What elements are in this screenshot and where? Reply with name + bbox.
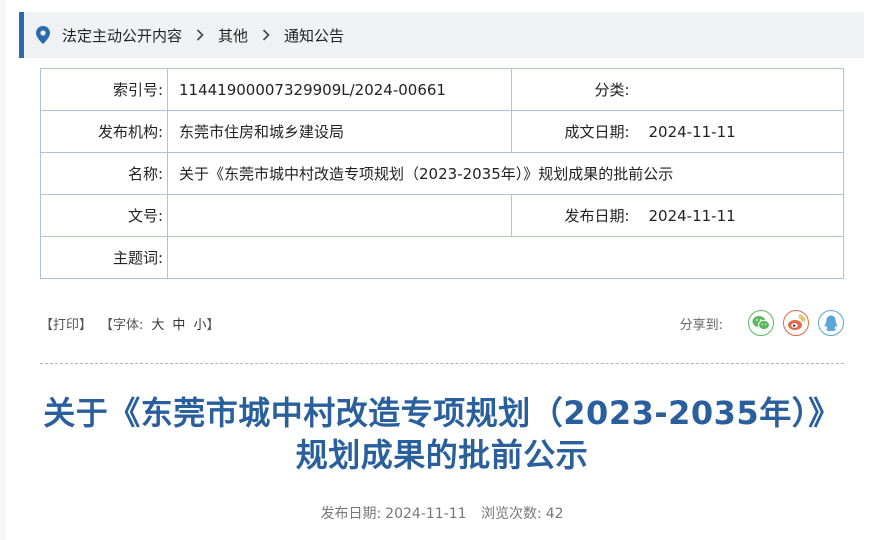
- chevron-right-icon: [196, 29, 204, 41]
- created-date-label: 成文日期:: [511, 110, 630, 153]
- keywords-value: [167, 236, 844, 279]
- qq-icon: [824, 315, 838, 331]
- wechat-icon: [752, 316, 770, 331]
- table-row: 主题词:: [40, 236, 844, 279]
- share-wechat-button[interactable]: [748, 310, 774, 336]
- publish-info: 发布日期: 2024-11-11 浏览次数: 42: [40, 503, 844, 523]
- article-title-line2: 规划成果的批前公示: [295, 436, 589, 474]
- article-title-line1: 关于《东莞市城中村改造专项规划（2023-2035年）》: [43, 394, 841, 432]
- left-rail: [0, 0, 6, 540]
- created-date-value: 2024-11-11: [629, 110, 844, 153]
- location-pin-icon: [36, 26, 50, 44]
- share-weibo-button[interactable]: [783, 310, 809, 336]
- category-value: [629, 68, 844, 111]
- share-label: 分享到:: [679, 317, 723, 333]
- published-date-value: 2024-11-11: [629, 194, 844, 237]
- font-size-close-bracket: 】: [206, 317, 220, 333]
- share-qq-button[interactable]: [818, 310, 844, 336]
- index-value: 11441900007329909L/2024-00661: [167, 68, 512, 111]
- name-label: 名称:: [40, 152, 168, 195]
- font-small-button[interactable]: 小: [193, 314, 206, 333]
- org-label: 发布机构:: [40, 110, 168, 153]
- article-toolbar: 【打印】 【字体: 大 中 小 】 分享到:: [40, 306, 844, 340]
- published-date-label: 发布日期:: [511, 194, 630, 237]
- keywords-label: 主题词:: [40, 236, 168, 279]
- table-row: 名称: 关于《东莞市城中村改造专项规划（2023-2035年）》规划成果的批前公…: [40, 152, 844, 195]
- font-size-label: 【字体:: [100, 317, 144, 333]
- breadcrumb-item-notices[interactable]: 通知公告: [284, 25, 344, 46]
- view-count-label: 浏览次数:: [481, 506, 542, 522]
- pub-date-label: 发布日期:: [320, 506, 382, 522]
- doc-number-value: [167, 194, 512, 237]
- breadcrumb: 法定主动公开内容 其他 通知公告: [19, 12, 864, 58]
- name-value: 关于《东莞市城中村改造专项规划（2023-2035年）》规划成果的批前公示: [167, 152, 844, 195]
- font-medium-button[interactable]: 中: [172, 314, 185, 333]
- breadcrumb-item-other[interactable]: 其他: [218, 25, 248, 46]
- pub-date-value: 2024-11-11: [385, 506, 467, 522]
- table-row: 索引号: 11441900007329909L/2024-00661 分类:: [40, 68, 844, 111]
- table-row: 发布机构: 东莞市住房和城乡建设局 成文日期: 2024-11-11: [40, 110, 844, 153]
- index-label: 索引号:: [40, 68, 168, 111]
- font-large-button[interactable]: 大: [151, 314, 164, 333]
- doc-number-label: 文号:: [40, 194, 168, 237]
- breadcrumb-item-public-content[interactable]: 法定主动公开内容: [62, 25, 182, 46]
- org-value: 东莞市住房和城乡建设局: [167, 110, 512, 153]
- document-meta-table: 索引号: 11441900007329909L/2024-00661 分类: 发…: [40, 68, 844, 279]
- article-title: 关于《东莞市城中村改造专项规划（2023-2035年）》 规划成果的批前公示: [40, 392, 844, 476]
- weibo-icon: [788, 315, 805, 330]
- chevron-right-icon: [262, 29, 270, 41]
- category-label: 分类:: [511, 68, 630, 111]
- table-row: 文号: 发布日期: 2024-11-11: [40, 194, 844, 237]
- dashed-divider: [40, 363, 844, 364]
- print-button[interactable]: 【打印】: [40, 314, 92, 333]
- view-count-value: 42: [545, 506, 564, 522]
